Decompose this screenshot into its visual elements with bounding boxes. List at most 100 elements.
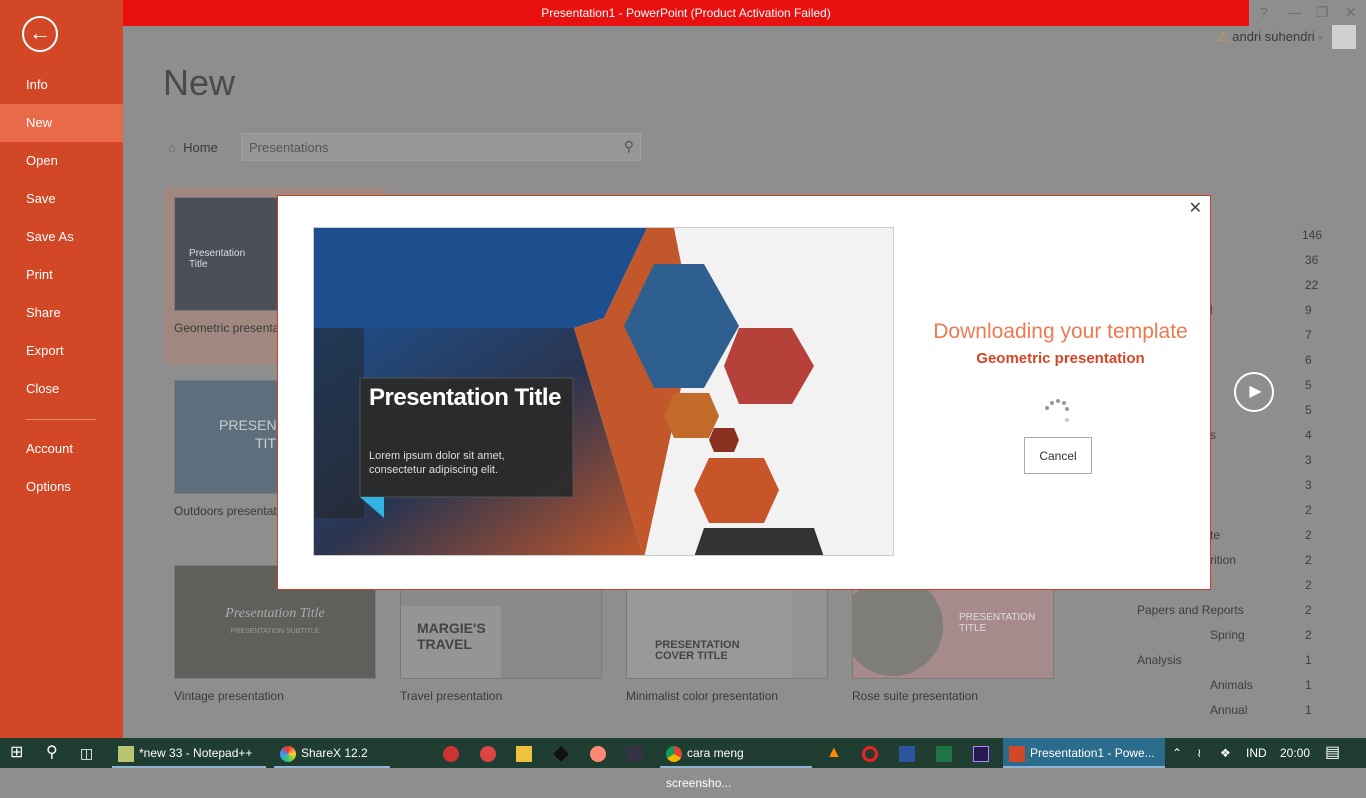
download-dialog: ✕ Presentation Title Lorem ipsum dolor s… xyxy=(277,195,1211,590)
opera-icon[interactable] xyxy=(862,738,883,768)
excel-icon[interactable] xyxy=(936,738,957,768)
taskbar-label: *new 33 - Notepad++ xyxy=(139,746,253,760)
category-item[interactable]: Spring 2 xyxy=(1137,628,1317,653)
close-window-icon[interactable]: ✕ xyxy=(1345,4,1357,21)
close-dialog-icon[interactable]: ✕ xyxy=(1189,198,1202,218)
task-view-icon[interactable]: ◫ xyxy=(80,738,93,768)
taskbar-chrome[interactable]: cara meng screensho... xyxy=(660,738,812,790)
nav-info[interactable]: Info xyxy=(0,66,123,104)
taskbar-powerpoint[interactable]: Presentation1 - Powe... xyxy=(1003,738,1165,768)
category-item[interactable]: Annual 1 xyxy=(1137,703,1317,728)
nav-save-as[interactable]: Save As xyxy=(0,218,123,256)
search-input[interactable]: Presentations ⚲ xyxy=(241,133,641,161)
home-icon: ⌂ xyxy=(168,140,176,155)
category-item[interactable]: Analysis 1 xyxy=(1137,653,1317,678)
inkscape-icon[interactable] xyxy=(553,738,574,768)
restore-icon[interactable]: ❐ xyxy=(1316,4,1329,21)
play-icon[interactable]: ▶ xyxy=(1234,372,1274,412)
taskbar: ⊞ ⚲ ◫ *new 33 - Notepad++ ShareX 12.2 ca… xyxy=(0,738,1366,790)
category-count: 2 xyxy=(1305,603,1312,617)
thumb-title: PRESENT xyxy=(219,417,277,433)
template-label: Vintage presentation xyxy=(174,689,284,703)
start-windows-icon[interactable]: ⊞ xyxy=(10,738,23,768)
nav-share[interactable]: Share xyxy=(0,294,123,332)
app-orange-icon[interactable] xyxy=(590,738,611,768)
template-label: Outdoors presentation xyxy=(174,504,293,518)
avatar[interactable] xyxy=(1332,25,1356,49)
dropbox-icon[interactable]: ❖ xyxy=(1220,738,1231,768)
template-thumbnail: PRESENT TIT xyxy=(174,380,278,494)
minimize-icon[interactable]: — xyxy=(1288,4,1302,20)
category-count: 1 xyxy=(1305,703,1312,717)
category-count: 9 xyxy=(1305,303,1312,317)
cancel-button[interactable]: Cancel xyxy=(1024,437,1092,474)
category-label: Animals xyxy=(1210,678,1253,692)
page-title: New xyxy=(163,62,236,103)
category-count: 36 xyxy=(1305,253,1319,267)
taskbar-label: Presentation1 - Powe... xyxy=(1030,746,1155,760)
nav-export[interactable]: Export xyxy=(0,332,123,370)
category-count: 2 xyxy=(1305,628,1312,642)
home-link[interactable]: ⌂ Home xyxy=(168,140,218,155)
ccleaner-icon[interactable] xyxy=(443,738,464,768)
loading-spinner-icon xyxy=(1045,398,1075,428)
thumb-title: Presentation Title xyxy=(189,248,246,270)
category-count: 2 xyxy=(1305,578,1312,592)
action-center-icon[interactable]: ▤ xyxy=(1325,738,1340,768)
back-arrow-icon[interactable]: ← xyxy=(22,16,58,52)
category-count: 1 xyxy=(1305,653,1312,667)
template-geometric[interactable]: Presentation Title Geometric presenta xyxy=(174,197,284,335)
language-indicator[interactable]: IND xyxy=(1246,738,1267,768)
category-count: 3 xyxy=(1305,453,1312,467)
category-count: 6 xyxy=(1305,353,1312,367)
vlc-icon[interactable]: ▲ xyxy=(826,738,842,768)
nav-save[interactable]: Save xyxy=(0,180,123,218)
template-name: Geometric presentation xyxy=(976,350,1145,367)
show-hidden-icons[interactable]: ⌃ xyxy=(1172,738,1182,768)
backstage-sidebar: ← Info New Open Save Save As Print Share… xyxy=(0,0,123,738)
category-count: 3 xyxy=(1305,478,1312,492)
nav-new[interactable]: New xyxy=(0,104,123,142)
preview-title: Presentation Title xyxy=(369,384,561,411)
clock[interactable]: 20:00 xyxy=(1280,738,1310,768)
search-placeholder: Presentations xyxy=(249,140,329,155)
user-account[interactable]: ⚠ andri suhendri ▾ xyxy=(1217,29,1323,45)
help-icon[interactable]: ? xyxy=(1260,4,1268,20)
nav-account[interactable]: Account xyxy=(0,430,123,468)
category-item[interactable]: Papers and Reports 2 xyxy=(1137,603,1317,628)
file-explorer-icon[interactable] xyxy=(516,738,537,768)
category-count: 1 xyxy=(1305,678,1312,692)
nav-print[interactable]: Print xyxy=(0,256,123,294)
nav-open[interactable]: Open xyxy=(0,142,123,180)
chrome-icon xyxy=(666,745,682,762)
user-name: andri suhendri xyxy=(1232,29,1315,44)
search-taskbar-icon[interactable]: ⚲ xyxy=(46,738,58,768)
taskbar-notepadpp[interactable]: *new 33 - Notepad++ xyxy=(112,738,266,768)
home-label: Home xyxy=(183,140,218,155)
app-red-icon[interactable] xyxy=(480,738,501,768)
template-thumbnail: Presentation Title xyxy=(174,197,284,311)
search-icon[interactable]: ⚲ xyxy=(624,138,634,155)
thumb-title: PRESENTATION TITLE xyxy=(959,612,1036,634)
thumb-subtitle: PRESENTATION SUBTITLE xyxy=(230,628,320,635)
app-dark-icon[interactable] xyxy=(627,738,648,768)
after-effects-icon[interactable] xyxy=(973,738,994,768)
warning-icon: ⚠ xyxy=(1217,29,1229,44)
word-icon[interactable] xyxy=(899,738,920,768)
template-outdoors[interactable]: PRESENT TIT Outdoors presentation xyxy=(174,380,293,518)
category-label: Spring xyxy=(1210,628,1245,642)
divider xyxy=(26,419,96,420)
nav-close[interactable]: Close xyxy=(0,370,123,408)
wifi-icon[interactable]: ≀ xyxy=(1197,738,1202,768)
category-item[interactable]: Animals 1 xyxy=(1137,678,1317,703)
preview-body: Lorem ipsum dolor sit amet, consectetur … xyxy=(369,450,505,476)
category-count: 146 xyxy=(1302,228,1323,242)
category-count: 2 xyxy=(1305,503,1312,517)
category-label: Papers and Reports xyxy=(1137,603,1244,617)
nav-options[interactable]: Options xyxy=(0,468,123,506)
thumb-title: Presentation Title xyxy=(225,606,325,621)
powerpoint-icon xyxy=(1009,745,1025,762)
notepadpp-icon xyxy=(118,745,134,762)
taskbar-sharex[interactable]: ShareX 12.2 xyxy=(274,738,390,768)
template-label: Travel presentation xyxy=(400,689,503,703)
